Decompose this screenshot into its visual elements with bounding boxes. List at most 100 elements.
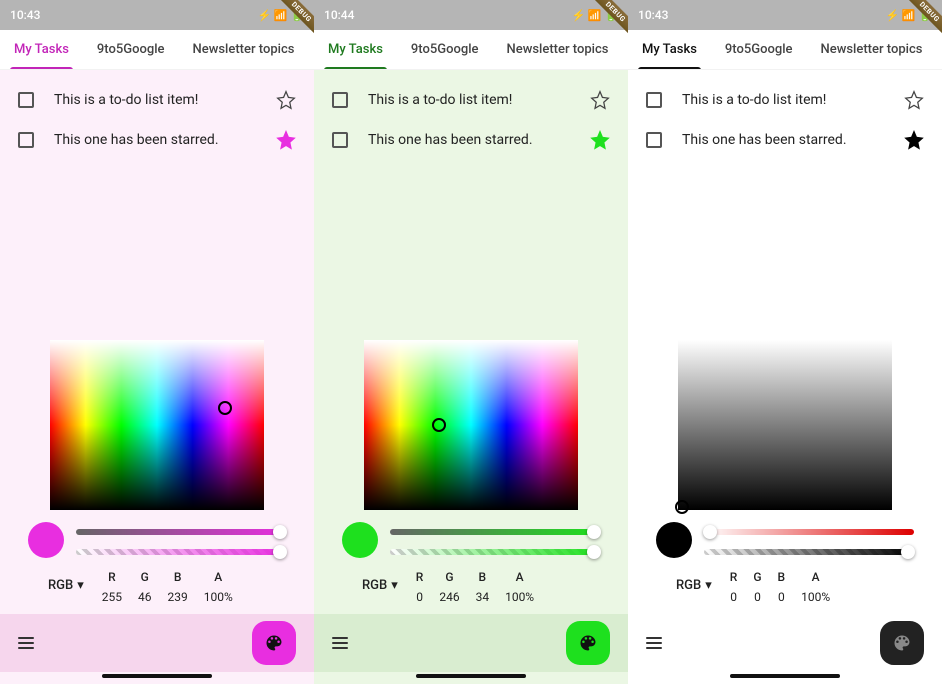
task-text: This is a to-do list item!	[368, 92, 570, 108]
status-time: 10:43	[638, 8, 668, 22]
color-picker: RGB ▾ R 0 G 246 B 34	[314, 340, 628, 614]
task-list: This is a to-do list item! This one has …	[628, 70, 942, 340]
channel-col: A 100%	[801, 570, 830, 604]
channel-col: R 0	[730, 570, 738, 604]
star-icon[interactable]	[276, 90, 296, 110]
channel-col: G 0	[753, 570, 761, 604]
task-text: This one has been starred.	[368, 132, 570, 148]
status-bar: 10:43 ⚡ 📶 🔋 DEBUG	[0, 0, 314, 30]
channel-col: A 100%	[204, 570, 233, 604]
task-list: This is a to-do list item! This one has …	[314, 70, 628, 340]
slider-thumb[interactable]	[901, 545, 915, 559]
channel-col: A 100%	[505, 570, 534, 604]
star-icon[interactable]	[904, 90, 924, 110]
tab-bar: My Tasks9to5GoogleNewsletter topicsW	[628, 30, 942, 70]
task-list: This is a to-do list item! This one has …	[0, 70, 314, 340]
chevron-down-icon: ▾	[77, 578, 84, 593]
checkbox[interactable]	[18, 92, 34, 108]
color-cursor[interactable]	[432, 418, 446, 432]
star-icon[interactable]	[276, 130, 296, 150]
tab-item[interactable]: Newsletter topics	[493, 30, 623, 70]
chevron-down-icon: ▾	[391, 578, 398, 593]
tab-item[interactable]: 9to5Google	[83, 30, 179, 70]
tab-item[interactable]: W	[936, 30, 942, 70]
checkbox[interactable]	[332, 132, 348, 148]
color-field[interactable]	[50, 340, 264, 510]
tab-item[interactable]: My Tasks	[0, 30, 83, 70]
tab-item[interactable]: Newsletter topics	[179, 30, 309, 70]
color-cursor[interactable]	[218, 401, 232, 415]
checkbox[interactable]	[18, 132, 34, 148]
hamburger-icon[interactable]	[332, 637, 348, 649]
list-item: This one has been starred.	[628, 120, 942, 160]
slider-thumb[interactable]	[587, 525, 601, 539]
phone-screen: 10:43 ⚡ 📶 🔋 DEBUGMy Tasks9to5GoogleNewsl…	[628, 0, 942, 684]
color-field[interactable]	[364, 340, 578, 510]
list-item: This one has been starred.	[314, 120, 628, 160]
color-field[interactable]	[678, 340, 892, 510]
color-mode-dropdown[interactable]: RGB ▾	[362, 578, 398, 593]
tab-item[interactable]: 9to5Google	[711, 30, 807, 70]
hamburger-icon[interactable]	[646, 637, 662, 649]
color-swatch	[28, 522, 64, 558]
checkbox[interactable]	[646, 92, 662, 108]
color-mode-dropdown[interactable]: RGB ▾	[48, 578, 84, 593]
color-picker: RGB ▾ R 0 G 0 B 0	[628, 340, 942, 614]
android-navbar	[314, 672, 628, 684]
alpha-slider[interactable]	[76, 549, 286, 555]
tab-bar: My Tasks9to5GoogleNewsletter topicsWe	[0, 30, 314, 70]
color-mode-dropdown[interactable]: RGB ▾	[676, 578, 712, 593]
palette-fab[interactable]	[252, 621, 296, 665]
channel-col: G 46	[138, 570, 152, 604]
bottom-bar	[628, 614, 942, 672]
color-values: R 0 G 246 B 34 A 100%	[416, 570, 534, 604]
color-swatch	[342, 522, 378, 558]
tab-item[interactable]: My Tasks	[314, 30, 397, 70]
color-values: R 255 G 46 B 239 A 100%	[102, 570, 233, 604]
slider-thumb[interactable]	[273, 525, 287, 539]
nav-pill[interactable]	[102, 674, 212, 678]
palette-fab[interactable]	[880, 621, 924, 665]
star-icon[interactable]	[904, 130, 924, 150]
tab-item[interactable]: Newsletter topics	[807, 30, 937, 70]
status-bar: 10:44 ⚡ 📶 🔋 DEBUG	[314, 0, 628, 30]
checkbox[interactable]	[646, 132, 662, 148]
channel-col: B 34	[476, 570, 490, 604]
list-item: This is a to-do list item!	[0, 80, 314, 120]
alpha-slider[interactable]	[704, 549, 914, 555]
brightness-slider[interactable]	[390, 529, 600, 535]
nav-pill[interactable]	[730, 674, 840, 678]
tab-item[interactable]: My Tasks	[628, 30, 711, 70]
hamburger-icon[interactable]	[18, 637, 34, 649]
color-values: R 0 G 0 B 0 A 100%	[730, 570, 830, 604]
channel-col: B 0	[778, 570, 786, 604]
brightness-slider[interactable]	[704, 529, 914, 535]
slider-thumb[interactable]	[703, 525, 717, 539]
color-cursor[interactable]	[675, 500, 689, 514]
list-item: This is a to-do list item!	[314, 80, 628, 120]
android-navbar	[628, 672, 942, 684]
bottom-bar	[314, 614, 628, 672]
phone-screen: 10:44 ⚡ 📶 🔋 DEBUGMy Tasks9to5GoogleNewsl…	[314, 0, 628, 684]
status-bar: 10:43 ⚡ 📶 🔋 DEBUG	[628, 0, 942, 30]
color-swatch	[656, 522, 692, 558]
slider-thumb[interactable]	[587, 545, 601, 559]
channel-col: B 239	[168, 570, 188, 604]
star-icon[interactable]	[590, 90, 610, 110]
slider-thumb[interactable]	[273, 545, 287, 559]
checkbox[interactable]	[332, 92, 348, 108]
android-navbar	[0, 672, 314, 684]
tab-item[interactable]: 9to5Google	[397, 30, 493, 70]
channel-col: G 246	[439, 570, 459, 604]
list-item: This one has been starred.	[0, 120, 314, 160]
brightness-slider[interactable]	[76, 529, 286, 535]
bottom-bar	[0, 614, 314, 672]
task-text: This is a to-do list item!	[54, 92, 256, 108]
nav-pill[interactable]	[416, 674, 526, 678]
channel-col: R 255	[102, 570, 122, 604]
task-text: This one has been starred.	[54, 132, 256, 148]
star-icon[interactable]	[590, 130, 610, 150]
alpha-slider[interactable]	[390, 549, 600, 555]
channel-col: R 0	[416, 570, 424, 604]
palette-fab[interactable]	[566, 621, 610, 665]
